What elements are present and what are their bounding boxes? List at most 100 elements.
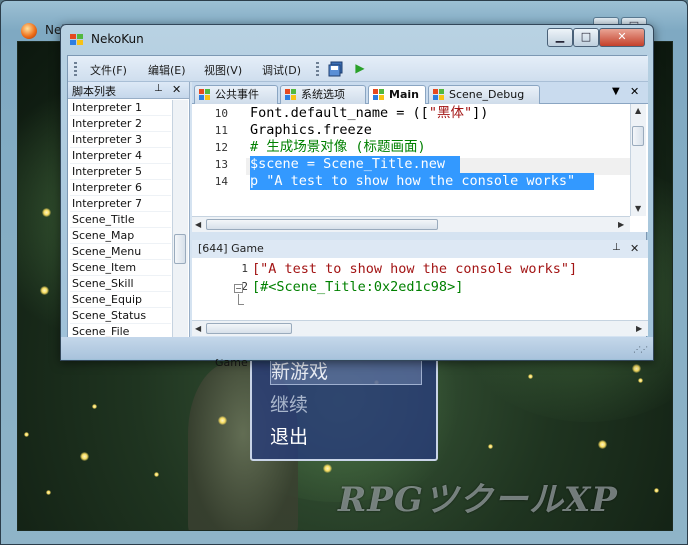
firefly [154, 472, 159, 477]
code-line: Graphics.freeze [250, 122, 372, 138]
title-command-window: 新游戏 继续 退出 [250, 356, 438, 461]
ide-window: NekoKun ▁ □ ✕ 文件(F) 编辑(E) 视图(V) 调试(D) ▶ [60, 24, 654, 369]
fold-toggle-icon[interactable]: − [234, 284, 243, 293]
list-item[interactable]: Interpreter 3 [70, 132, 171, 148]
maximize-button[interactable]: □ [573, 28, 599, 47]
firefly [80, 452, 89, 461]
scroll-right-icon[interactable]: ▶ [618, 220, 624, 229]
document-tabbar: 公共事件 系统选项 Main Scene_Debug ▼ ✕ [192, 82, 648, 105]
scrollbar-thumb[interactable] [206, 323, 292, 334]
firefly [528, 374, 533, 379]
script-file-icon [433, 89, 444, 100]
pin-icon[interactable]: ⊥ [154, 83, 163, 94]
menu-view[interactable]: 视图(V) [204, 62, 242, 78]
list-item[interactable]: Scene_Status [70, 308, 171, 324]
list-item[interactable]: Interpreter 6 [70, 180, 171, 196]
menubar: 文件(F) 编辑(E) 视图(V) 调试(D) ▶ [68, 56, 648, 82]
tab-list-dropdown-icon[interactable]: ▼ [612, 86, 620, 97]
script-list-title: 脚本列表 [72, 85, 116, 98]
run-icon[interactable]: ▶ [350, 59, 370, 78]
editor-hscrollbar[interactable]: ◀ ▶ [192, 216, 630, 232]
tab-system-options[interactable]: 系统选项 [280, 85, 366, 104]
tab-close-icon[interactable]: ✕ [630, 85, 639, 98]
exit-command[interactable]: 退出 [270, 422, 308, 449]
script-list-header: 脚本列表 ⊥ ✕ [68, 82, 189, 99]
status-bar: ⋰⋰ [61, 337, 653, 359]
script-list: Interpreter 1 Interpreter 2 Interpreter … [70, 100, 171, 355]
close-button[interactable]: ✕ [599, 28, 645, 47]
minimize-button[interactable]: ▁ [547, 28, 573, 47]
list-item[interactable]: Scene_Item [70, 260, 171, 276]
menu-file[interactable]: 文件(F) [90, 62, 127, 78]
tab-main[interactable]: Main [368, 85, 426, 105]
console-output[interactable]: 1 2 − ["A test to show how the console w… [192, 258, 648, 336]
script-list-panel: 脚本列表 ⊥ ✕ Interpreter 1 Interpreter 2 Int… [68, 82, 190, 355]
firefly [632, 364, 641, 373]
console-close-icon[interactable]: ✕ [630, 242, 639, 255]
list-item[interactable]: Scene_Map [70, 228, 171, 244]
firefly [92, 404, 97, 409]
selected-code-line: $scene = Scene_Title.new [250, 156, 460, 173]
scroll-left-icon[interactable]: ◀ [195, 324, 201, 333]
script-file-icon [199, 89, 210, 100]
scroll-up-icon[interactable]: ▲ [635, 106, 641, 115]
firefly [40, 286, 49, 295]
console-header: [644] Game ⊥ ✕ [192, 240, 648, 258]
app-orb-icon [21, 23, 37, 39]
pin-icon[interactable]: ⊥ [612, 242, 621, 253]
list-item[interactable]: Scene_Skill [70, 276, 171, 292]
scroll-down-icon[interactable]: ▼ [635, 204, 641, 213]
line-number: 1 [241, 262, 248, 275]
toolbar-grip[interactable] [74, 62, 77, 76]
console-line: ["A test to show how the console works"] [252, 261, 578, 277]
resize-grip-icon[interactable]: ⋰⋰ [633, 345, 648, 354]
firefly [42, 208, 51, 217]
save-all-icon[interactable] [326, 59, 346, 78]
tab-common-events[interactable]: 公共事件 [194, 85, 278, 104]
list-item[interactable]: Scene_Menu [70, 244, 171, 260]
script-list-scrollbar[interactable] [172, 100, 188, 355]
line-gutter: 10 11 12 13 14 [192, 104, 246, 232]
console-line: [#<Scene_Title:0x2ed1c98>] [252, 279, 464, 295]
list-item[interactable]: Interpreter 5 [70, 164, 171, 180]
scrollbar-thumb[interactable] [206, 219, 438, 230]
continue-command[interactable]: 继续 [270, 390, 308, 417]
menu-edit[interactable]: 编辑(E) [148, 62, 186, 78]
firefly [598, 440, 607, 449]
line-number: 13 [214, 158, 228, 171]
code-comment: # 生成场景对像 (标题画面) [250, 139, 426, 155]
line-number: 14 [214, 175, 228, 188]
line-number: 12 [214, 141, 228, 154]
code-line: Font.default_name = (["黑体"]) [250, 105, 489, 121]
firefly [488, 444, 493, 449]
scroll-left-icon[interactable]: ◀ [195, 220, 201, 229]
scrollbar-thumb[interactable] [174, 234, 186, 264]
list-item[interactable]: Interpreter 7 [70, 196, 171, 212]
windows-flag-icon [70, 34, 83, 45]
console-hscrollbar[interactable]: ◀ ▶ [192, 320, 648, 336]
tab-label: Main [389, 88, 419, 101]
panel-close-icon[interactable]: ✕ [172, 83, 181, 96]
tab-label: Scene_Debug [449, 88, 525, 101]
firefly [654, 488, 659, 493]
toolbar-grip[interactable] [316, 62, 319, 76]
editor-vscrollbar[interactable]: ▲ ▼ [630, 104, 646, 216]
scroll-right-icon[interactable]: ▶ [636, 324, 642, 333]
code-editor[interactable]: 10 11 12 13 14 Font.default_name = (["黑体… [192, 104, 648, 232]
ide-title: NekoKun [91, 32, 144, 46]
rpg-maker-logo: RPGツクールXP [338, 480, 618, 520]
list-item[interactable]: Scene_Title [70, 212, 171, 228]
firefly [24, 432, 29, 437]
line-number: 11 [214, 124, 228, 137]
list-item[interactable]: Interpreter 4 [70, 148, 171, 164]
scrollbar-thumb[interactable] [632, 126, 644, 146]
script-file-icon [285, 89, 296, 100]
firefly [46, 490, 51, 495]
list-item[interactable]: Interpreter 1 [70, 100, 171, 116]
tab-scene-debug[interactable]: Scene_Debug [428, 85, 540, 104]
menu-debug[interactable]: 调试(D) [262, 62, 301, 78]
fold-line [238, 304, 244, 305]
selected-code-line: p "A test to show how the console works" [250, 173, 594, 190]
list-item[interactable]: Interpreter 2 [70, 116, 171, 132]
list-item[interactable]: Scene_Equip [70, 292, 171, 308]
